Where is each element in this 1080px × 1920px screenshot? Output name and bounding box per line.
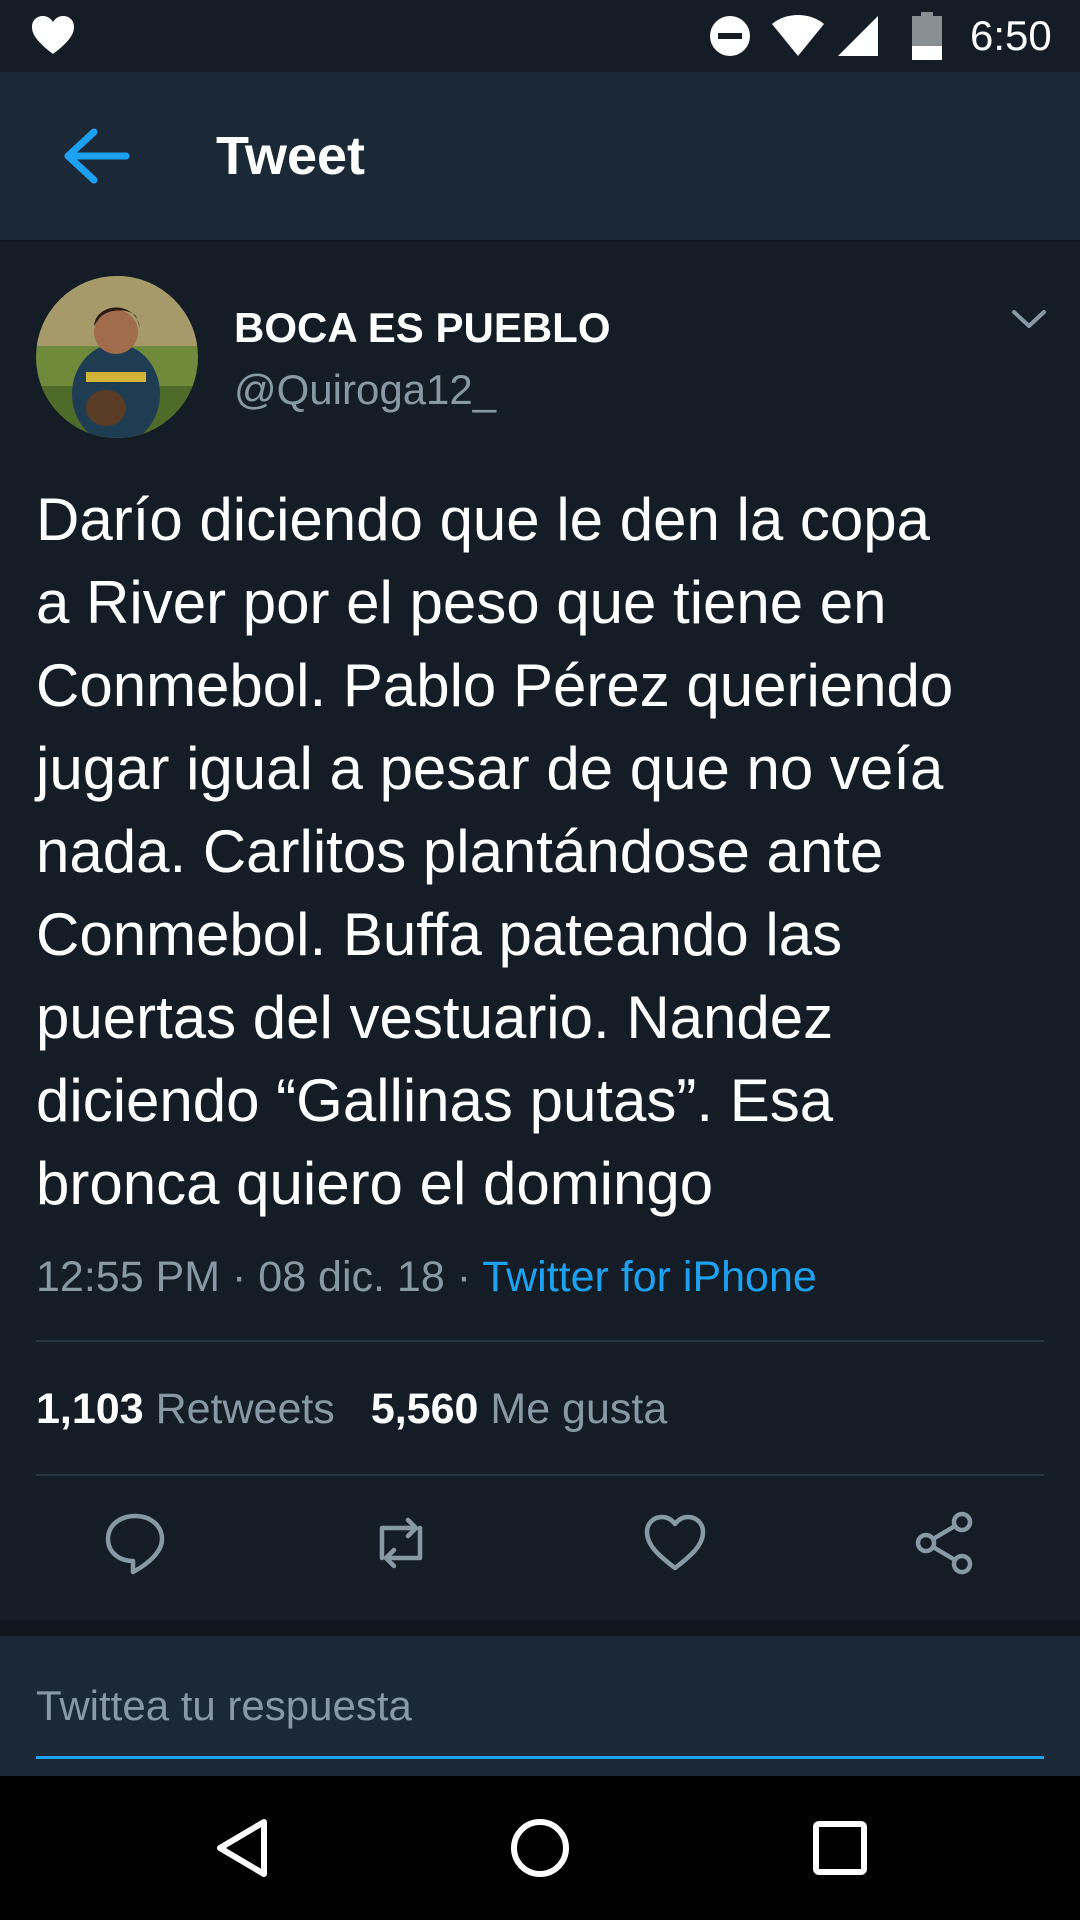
- nav-recents-icon[interactable]: [812, 1820, 868, 1876]
- like-icon[interactable]: [642, 1510, 708, 1576]
- battery-icon: [912, 12, 942, 60]
- heart-icon: [32, 16, 74, 54]
- tweet-text-line: jugar igual a pesar de que no veía: [36, 735, 944, 802]
- avatar[interactable]: [36, 276, 198, 438]
- tweet-meta: 12:55 PM · 08 dic. 18 · Twitter for iPho…: [36, 1250, 817, 1304]
- likes-label: Me gusta: [490, 1385, 668, 1433]
- wifi-icon: [772, 15, 824, 56]
- arrow-left-icon[interactable]: [60, 124, 132, 188]
- retweets-stat[interactable]: 1,103 Retweets: [36, 1385, 335, 1433]
- likes-stat[interactable]: 5,560 Me gusta: [371, 1385, 667, 1433]
- status-time: 6:50: [970, 12, 1052, 59]
- status-bar: 6:50: [0, 0, 1080, 72]
- tweet-time: 12:55 PM: [36, 1253, 221, 1301]
- tweet-text-line: puertas del vestuario. Nandez: [36, 984, 834, 1051]
- tweet-text-line: a River por el peso que tiene en: [36, 569, 887, 636]
- retweet-icon[interactable]: [368, 1510, 434, 1576]
- tweet-text-line: bronca quiero el domingo: [36, 1150, 714, 1217]
- display-name[interactable]: BOCA ES PUEBLO: [234, 302, 610, 354]
- page-title: Tweet: [216, 126, 366, 186]
- retweets-count: 1,103: [36, 1385, 144, 1433]
- tweet-text-line: Conmebol. Buffa pateando las: [36, 901, 843, 968]
- tweet-text-line: Conmebol. Pablo Pérez queriendo: [36, 652, 954, 719]
- app-header: [0, 72, 1080, 242]
- tweet-date: 08 dic. 18: [258, 1253, 445, 1301]
- reply-input-underline: [36, 1756, 1044, 1759]
- user-handle[interactable]: @Quiroga12_: [234, 364, 496, 416]
- tweet-text-line: nada. Carlitos plantándose ante: [36, 818, 884, 885]
- tweet-actions: [0, 1510, 1080, 1590]
- do-not-disturb-icon: [710, 16, 750, 56]
- meta-separator: ·: [220, 1253, 259, 1301]
- share-icon[interactable]: [912, 1510, 978, 1576]
- nav-back-icon[interactable]: [212, 1816, 272, 1880]
- likes-count: 5,560: [370, 1385, 479, 1433]
- tweet-stats: 1,103 Retweets 5,560 Me gusta: [36, 1382, 667, 1436]
- section-separator: [0, 1620, 1080, 1636]
- tweet-text-line: diciendo “Gallinas putas”. Esa: [36, 1067, 834, 1134]
- nav-home-icon[interactable]: [508, 1816, 572, 1880]
- divider: [36, 1474, 1044, 1476]
- tweet-text-line: Darío diciendo que le den la copa: [36, 486, 930, 553]
- chevron-down-icon[interactable]: [1010, 304, 1048, 334]
- reply-input[interactable]: Twittea tu respuesta: [36, 1680, 412, 1732]
- tweet-source-link[interactable]: Twitter for iPhone: [482, 1253, 817, 1301]
- tweet-text: Darío diciendo que le den la copa a Rive…: [36, 478, 1046, 1225]
- cell-signal-icon: [838, 16, 878, 56]
- meta-separator: ·: [444, 1253, 483, 1301]
- retweets-label: Retweets: [155, 1385, 335, 1433]
- divider: [36, 1340, 1044, 1342]
- reply-icon[interactable]: [102, 1510, 168, 1576]
